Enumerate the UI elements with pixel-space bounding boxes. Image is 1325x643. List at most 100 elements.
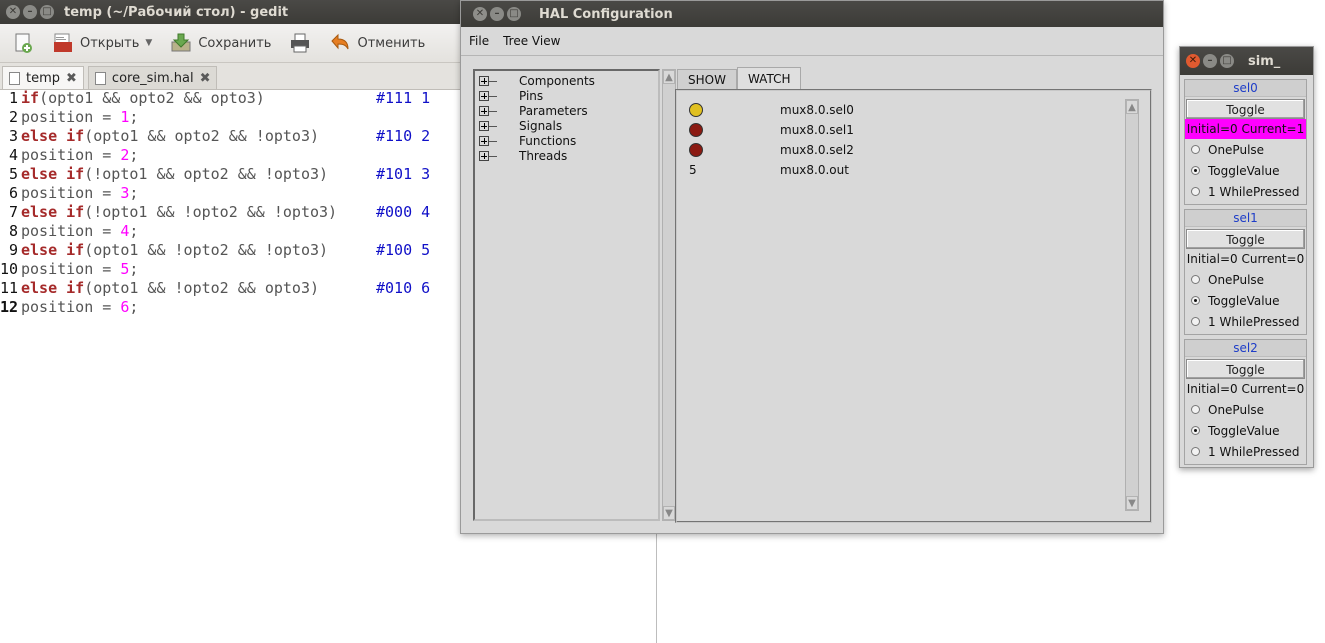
- close-icon[interactable]: ✕: [1186, 54, 1200, 68]
- line-number: 11: [0, 279, 19, 297]
- tab-temp[interactable]: temp ✖: [2, 66, 84, 89]
- hal-titlebar[interactable]: ✕ – □ HAL Configuration: [461, 1, 1163, 27]
- close-icon[interactable]: ✕: [473, 7, 487, 21]
- code-body: position =: [21, 184, 121, 202]
- minimize-icon[interactable]: –: [23, 5, 37, 19]
- mode-radio[interactable]: 1 WhilePressed: [1185, 311, 1306, 332]
- tree-item-functions[interactable]: Functions: [475, 133, 658, 148]
- radio-label: ToggleValue: [1208, 423, 1280, 438]
- watch-row: mux8.0.sel1: [689, 121, 854, 139]
- code-keyword: else if: [21, 165, 85, 183]
- minimize-icon[interactable]: –: [1203, 54, 1217, 68]
- tab-core-sim-hal[interactable]: core_sim.hal ✖: [87, 66, 218, 89]
- scroll-up-icon[interactable]: ▲: [663, 70, 675, 84]
- menu-file[interactable]: File: [469, 34, 489, 48]
- expand-icon[interactable]: [479, 135, 497, 146]
- line-number: 9: [8, 241, 18, 259]
- toggle-button[interactable]: Toggle: [1186, 99, 1305, 119]
- code-comment: #110 2: [376, 127, 431, 145]
- new-document-button[interactable]: [6, 32, 40, 54]
- code-tail: ;: [129, 108, 139, 126]
- code-comment: #000 4: [376, 203, 431, 221]
- gedit-title: temp (~/Рабочий стол) - gedit: [64, 4, 289, 20]
- radio-label: 1 WhilePressed: [1208, 314, 1300, 329]
- mode-radio[interactable]: OnePulse: [1185, 139, 1306, 160]
- tree-item-signals[interactable]: Signals: [475, 118, 658, 133]
- radio-icon[interactable]: [1191, 317, 1200, 326]
- scroll-down-icon[interactable]: ▼: [1126, 496, 1138, 510]
- expand-icon[interactable]: [479, 105, 497, 116]
- toggle-button[interactable]: Toggle: [1186, 229, 1305, 249]
- toggle-button[interactable]: Toggle: [1186, 359, 1305, 379]
- led-indicator-icon: [689, 103, 703, 117]
- document-icon: [9, 71, 20, 85]
- scroll-up-icon[interactable]: ▲: [1126, 100, 1138, 114]
- undo-button[interactable]: Отменить: [323, 32, 431, 54]
- window-controls: ✕ – □: [461, 7, 539, 21]
- watch-scrollbar[interactable]: ▲ ▼: [1125, 99, 1139, 511]
- expand-icon[interactable]: [479, 120, 497, 131]
- expand-icon[interactable]: [479, 75, 497, 86]
- window-controls: ✕ – □: [1180, 54, 1248, 68]
- tree-item-pins[interactable]: Pins: [475, 88, 658, 103]
- radio-icon[interactable]: [1191, 166, 1200, 175]
- radio-icon[interactable]: [1191, 447, 1200, 456]
- sim-titlebar[interactable]: ✕ – □ sim_: [1180, 47, 1313, 75]
- hal-tree-view[interactable]: Components Pins Parameters Signals Functions…: [473, 69, 660, 521]
- code-tail: ;: [129, 146, 139, 164]
- radio-icon[interactable]: [1191, 426, 1200, 435]
- watch-value: 5: [689, 163, 697, 177]
- chevron-down-icon[interactable]: ▼: [145, 38, 152, 48]
- mode-radio[interactable]: OnePulse: [1185, 399, 1306, 420]
- print-button[interactable]: [283, 32, 317, 54]
- mode-radio[interactable]: OnePulse: [1185, 269, 1306, 290]
- watch-pin-name: mux8.0.out: [780, 163, 849, 177]
- maximize-icon[interactable]: □: [1220, 54, 1234, 68]
- expand-icon[interactable]: [479, 150, 497, 161]
- close-icon[interactable]: ✕: [6, 5, 20, 19]
- tree-item-components[interactable]: Components: [475, 73, 658, 88]
- tree-scrollbar[interactable]: ▲ ▼: [662, 69, 676, 521]
- maximize-icon[interactable]: □: [40, 5, 54, 19]
- code-comment: #111 1: [376, 89, 431, 107]
- save-button[interactable]: Сохранить: [164, 32, 277, 54]
- tab-watch[interactable]: WATCH: [736, 67, 802, 90]
- save-label: Сохранить: [198, 35, 272, 51]
- radio-icon[interactable]: [1191, 145, 1200, 154]
- watch-pin-name: mux8.0.sel1: [780, 123, 854, 137]
- mode-radio[interactable]: ToggleValue: [1185, 420, 1306, 441]
- sim-group-sel2: sel2 Toggle Initial=0 Current=0 OnePulse Tog…: [1184, 339, 1307, 465]
- tree-item-threads[interactable]: Threads: [475, 148, 658, 163]
- tree-item-label: Signals: [519, 118, 563, 133]
- sim-title: sim_: [1248, 53, 1281, 69]
- close-tab-icon[interactable]: ✖: [200, 71, 211, 86]
- tree-item-parameters[interactable]: Parameters: [475, 103, 658, 118]
- mode-radio[interactable]: ToggleValue: [1185, 160, 1306, 181]
- radio-label: ToggleValue: [1208, 163, 1280, 178]
- status-text: Initial=0 Current=1: [1185, 119, 1306, 139]
- expand-icon[interactable]: [479, 90, 497, 101]
- close-tab-icon[interactable]: ✖: [66, 71, 77, 86]
- group-title: sel0: [1185, 80, 1306, 97]
- radio-label: 1 WhilePressed: [1208, 444, 1300, 459]
- menu-tree-view[interactable]: Tree View: [503, 34, 560, 48]
- radio-icon[interactable]: [1191, 275, 1200, 284]
- open-button[interactable]: Открыть ▼: [46, 32, 158, 54]
- open-icon: [54, 33, 72, 52]
- radio-icon[interactable]: [1191, 296, 1200, 305]
- group-title: sel1: [1185, 210, 1306, 227]
- mode-radio[interactable]: 1 WhilePressed: [1185, 181, 1306, 202]
- minimize-icon[interactable]: –: [490, 7, 504, 21]
- mode-radio[interactable]: ToggleValue: [1185, 290, 1306, 311]
- radio-icon[interactable]: [1191, 405, 1200, 414]
- maximize-icon[interactable]: □: [507, 7, 521, 21]
- code-tail: ;: [129, 222, 139, 240]
- line-number: 8: [8, 222, 18, 240]
- mode-radio[interactable]: 1 WhilePressed: [1185, 441, 1306, 462]
- window-controls: ✕ – □: [0, 5, 64, 19]
- scroll-down-icon[interactable]: ▼: [663, 506, 675, 520]
- radio-icon[interactable]: [1191, 187, 1200, 196]
- tab-show[interactable]: SHOW: [677, 69, 737, 90]
- undo-label: Отменить: [357, 35, 426, 51]
- code-keyword: else if: [21, 279, 85, 297]
